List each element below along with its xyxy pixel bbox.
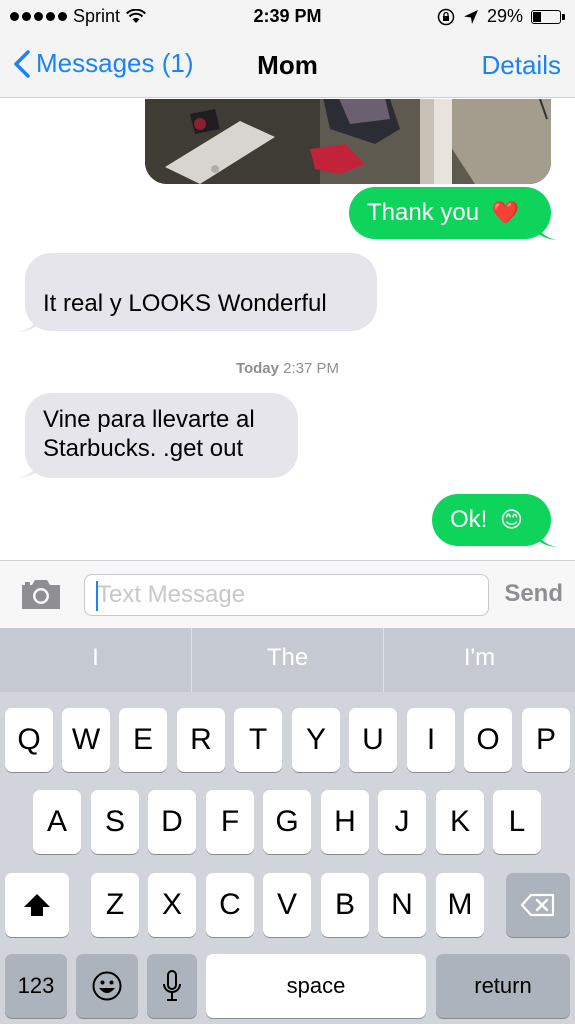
key-v[interactable]: V [263,873,311,937]
message-bubble-outgoing[interactable]: Thank you ❤️ [349,187,551,239]
prediction-2[interactable]: The [191,628,383,692]
backspace-icon [520,893,555,917]
timestamp-time: 2:37 PM [283,360,340,377]
key-h[interactable]: H [321,790,369,854]
shift-key[interactable] [5,873,69,937]
key-s[interactable]: S [91,790,139,854]
smiley-face-icon [92,971,122,1001]
orientation-lock-icon [437,8,455,25]
return-key[interactable]: return [436,954,570,1018]
key-o[interactable]: O [464,708,512,772]
key-j[interactable]: J [378,790,426,854]
key-p[interactable]: P [522,708,570,772]
message-bubble-outgoing[interactable]: Ok! 😊 [432,494,551,546]
camera-button[interactable] [20,577,62,616]
bubble-tail-outgoing [535,526,557,547]
key-a[interactable]: A [33,790,81,854]
key-u[interactable]: U [349,708,397,772]
numbers-key[interactable]: 123 [5,954,67,1018]
status-right: 29% [437,6,565,27]
message-text-line: Starbucks. .get out [43,435,244,462]
photo-image [145,99,551,184]
prediction-1[interactable]: I [0,628,191,692]
bubble-tail-incoming [18,311,40,332]
conversation[interactable]: Thank you ❤️ It real y LOOKS Wonderful T… [0,99,575,560]
key-r[interactable]: R [177,708,225,772]
heart-emoji-icon: ❤️ [491,200,520,225]
message-input[interactable] [85,575,488,615]
predictive-text-bar: I The I'm [0,628,575,692]
key-f[interactable]: F [206,790,254,854]
key-n[interactable]: N [378,873,426,937]
battery-icon [531,9,565,24]
key-d[interactable]: D [148,790,196,854]
timestamp-day: Today [235,360,279,377]
message-input-bar: Send [0,560,575,628]
message-text-field[interactable] [84,574,489,616]
message-bubble-incoming[interactable]: Vine para llevarte al Starbucks. .get ou… [25,393,298,478]
key-q[interactable]: Q [5,708,53,772]
status-bar: Sprint 2:39 PM 29% [0,0,575,34]
message-text: Thank you [367,199,480,226]
send-button[interactable]: Send [504,580,563,608]
key-x[interactable]: X [148,873,196,937]
smile-emoji-icon: 😊 [500,507,523,532]
location-arrow-icon [463,9,478,24]
keyboard: I The I'm Q W E R T Y U I O P A S D F G … [0,628,575,1024]
battery-fill [533,11,541,22]
message-text: Ok! [450,506,488,533]
emoji-key[interactable] [76,954,138,1018]
microphone-icon [163,970,181,1001]
key-m[interactable]: M [436,873,484,937]
key-w[interactable]: W [62,708,110,772]
text-cursor [96,581,98,611]
dictation-key[interactable] [147,954,197,1018]
bubble-tail-outgoing [535,219,557,240]
photo-attachment[interactable] [145,99,551,184]
key-t[interactable]: T [234,708,282,772]
message-text-line: Vine para llevarte al [43,406,255,433]
navigation-bar: Messages (1) Mom Details [0,34,575,98]
delete-key[interactable] [506,873,570,937]
shift-arrow-icon [24,894,50,916]
key-c[interactable]: C [206,873,254,937]
key-i[interactable]: I [407,708,455,772]
bubble-tail-incoming [18,457,40,478]
message-text: It real y LOOKS Wonderful [43,290,327,317]
prediction-3[interactable]: I'm [383,628,575,692]
details-button[interactable]: Details [482,50,561,81]
battery-percent: 29% [486,6,523,26]
key-y[interactable]: Y [292,708,340,772]
message-bubble-incoming[interactable]: It real y LOOKS Wonderful [25,253,377,331]
camera-icon [22,580,60,609]
space-key[interactable]: space [206,954,426,1018]
key-l[interactable]: L [493,790,541,854]
key-z[interactable]: Z [91,873,139,937]
message-timestamp: Today 2:37 PM [0,360,575,377]
key-b[interactable]: B [321,873,369,937]
key-k[interactable]: K [436,790,484,854]
key-g[interactable]: G [263,790,311,854]
key-e[interactable]: E [119,708,167,772]
